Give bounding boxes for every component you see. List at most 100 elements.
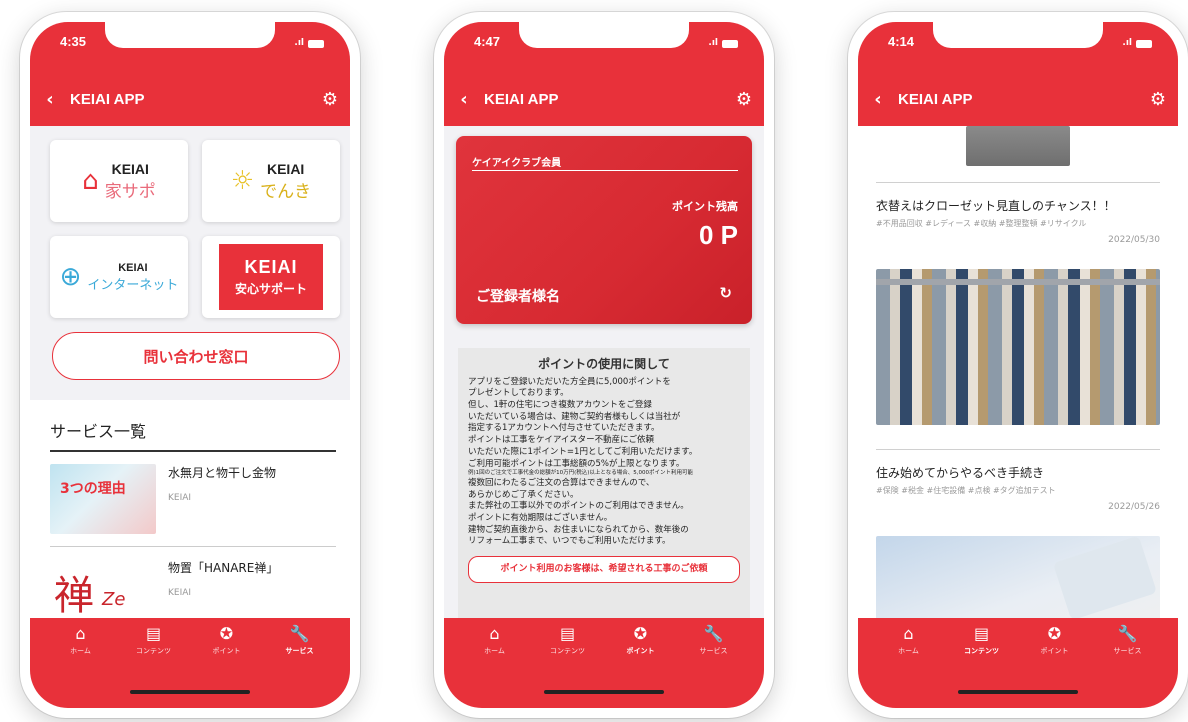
tab-contents[interactable]: ▤ コンテンツ <box>124 624 184 656</box>
content: ケイアイクラブ会員 ポイント残高 0 P ご登録者様名 ↻ ポイントの使用に関し… <box>444 126 764 618</box>
service-info: 物置「HANARE禅」 KEIAI <box>168 559 278 618</box>
tile-internet[interactable]: ⊕ KEIAI インターネット <box>50 236 188 318</box>
card-divider <box>472 170 738 171</box>
notice-line: 複数回にわたるご注文の合算はできませんので、 <box>468 477 655 488</box>
chevron-left-icon[interactable]: ‹ <box>444 89 484 110</box>
points-value: 0 P <box>698 220 738 250</box>
article-image <box>966 126 1070 166</box>
refresh-icon[interactable]: ↻ <box>719 284 732 302</box>
notch <box>933 22 1103 48</box>
member-label: ケイアイクラブ会員 <box>472 158 562 169</box>
home-icon: ⌂ <box>489 624 500 643</box>
tab-label: コンテンツ <box>550 647 585 655</box>
service-source: KEIAI <box>168 493 192 503</box>
article-title: 衣替えはクローゼット見直しのチャンス！！ <box>876 199 1116 213</box>
wrench-icon: 🔧 <box>289 624 310 643</box>
battery-icon <box>722 40 738 48</box>
tile-anshin-support[interactable]: KEIAI 安心サポート <box>202 236 340 318</box>
tab-services[interactable]: 🔧 サービス <box>684 624 744 656</box>
status-bar: 4:35 .ıl <box>30 22 350 72</box>
gear-icon[interactable]: ⚙ <box>1138 89 1178 110</box>
article-tags: #保険 #税金 #住宅設備 #点検 #タグ追加テスト <box>876 486 1056 495</box>
globe-icon: ⊕ <box>59 262 82 292</box>
content: 衣替えはクローゼット見直しのチャンス！！ #不用品回収 #レディース #収納 #… <box>858 126 1178 618</box>
tab-points[interactable]: ✪ ポイント <box>197 624 257 656</box>
list-item[interactable]: 禅 Ze 物置「HANARE禅」 KEIAI <box>50 547 336 618</box>
app-title: KEIAI APP <box>70 90 145 108</box>
notice-line: リフォーム工事まで、いつでもご利用いただけます。 <box>468 536 671 547</box>
tile-brand: KEIAI <box>266 160 305 177</box>
tile-ie-sapo[interactable]: ⌂ KEIAI 家サポ <box>50 140 188 222</box>
point-usage-request-button[interactable]: ポイント利用のお客様は、希望される工事のご依頼 <box>468 556 740 583</box>
tab-label: ホーム <box>70 647 91 655</box>
notice-line: ポイントに有効期限はございません。 <box>468 513 613 524</box>
notice-line: ポイントは工事をケイアイスター不動産にご依頼 <box>468 435 654 446</box>
notice-line: また弊社の工事以外でのポイントのご利用はできません。 <box>468 501 689 512</box>
screen: 4:14 .ıl ‹ KEIAI APP ⚙ 衣替えはクローゼット見直しのチャン… <box>858 22 1178 708</box>
status-time: 4:47 <box>474 34 501 49</box>
home-indicator <box>544 690 664 694</box>
tab-services[interactable]: 🔧 サービス <box>270 624 330 656</box>
tab-points[interactable]: ✪ ポイント <box>1025 624 1085 656</box>
screen: 4:35 .ıl ‹ KEIAI APP ⚙ ⌂ KEIAI 家サポ ☼ KEI… <box>30 22 350 708</box>
tab-home[interactable]: ⌂ ホーム <box>465 624 525 656</box>
list-item[interactable]: 衣替えはクローゼット見直しのチャンス！！ #不用品回収 #レディース #収納 #… <box>876 182 1160 425</box>
status-time: 4:14 <box>888 34 915 49</box>
app-title: KEIAI APP <box>898 90 973 108</box>
status-time: 4:35 <box>60 34 87 49</box>
gear-icon[interactable]: ⚙ <box>724 89 764 110</box>
tab-label: サービス <box>1113 647 1142 655</box>
app-title: KEIAI APP <box>484 90 559 108</box>
tab-points[interactable]: ✪ ポイント <box>611 624 671 656</box>
phone-contents-screen: 4:14 .ıl ‹ KEIAI APP ⚙ 衣替えはクローゼット見直しのチャン… <box>848 12 1188 718</box>
service-name: 水無月と物干し金物 <box>168 466 277 480</box>
tab-label: ポイント <box>1040 647 1069 655</box>
points-label: ポイント残高 <box>672 200 738 213</box>
star-icon: ✪ <box>219 624 234 643</box>
screen: 4:47 .ıl ‹ KEIAI APP ⚙ ケイアイクラブ会員 ポイント残高 … <box>444 22 764 708</box>
tile-brand: KEIAI <box>111 160 149 177</box>
signal-icon: .ıl <box>294 38 304 48</box>
card-holder-name: ご登録者様名 <box>476 289 560 305</box>
tab-label: サービス <box>699 647 728 655</box>
tab-label: ホーム <box>484 647 505 655</box>
system-icons: .ıl <box>1122 38 1152 48</box>
tab-contents[interactable]: ▤ コンテンツ <box>952 624 1012 656</box>
service-source: KEIAI <box>168 588 192 598</box>
signal-icon: .ıl <box>708 38 718 48</box>
tile-denki[interactable]: ☼ KEIAI でんき <box>202 140 340 222</box>
service-thumbnail: 禅 Ze <box>50 559 156 618</box>
service-info: 水無月と物干し金物 KEIAI <box>168 464 276 534</box>
status-bar: 4:14 .ıl <box>858 22 1178 72</box>
article-date: 2022/05/26 <box>1108 502 1160 512</box>
status-bar: 4:47 .ıl <box>444 22 764 72</box>
system-icons: .ıl <box>708 38 738 48</box>
content: ⌂ KEIAI 家サポ ☼ KEIAI でんき ⊕ KEIAI インターネット … <box>30 126 350 618</box>
tab-contents[interactable]: ▤ コンテンツ <box>538 624 598 656</box>
tab-label: ポイント <box>212 647 241 655</box>
notice-line: アプリをご登録いただいた方全員に5,000ポイントを <box>468 376 671 387</box>
anshin-support-logo: KEIAI 安心サポート <box>219 244 323 310</box>
notch <box>105 22 275 48</box>
tab-home[interactable]: ⌂ ホーム <box>879 624 939 656</box>
tab-bar: ⌂ ホーム ▤ コンテンツ ✪ ポイント 🔧 サービス <box>858 618 1178 708</box>
chevron-left-icon[interactable]: ‹ <box>30 89 70 110</box>
notice-line: ご利用可能ポイントは工事総額の5%が上限となります。 <box>468 458 685 469</box>
tab-services[interactable]: 🔧 サービス <box>1098 624 1158 656</box>
contact-button[interactable]: 問い合わせ窓口 <box>52 332 340 380</box>
star-icon: ✪ <box>633 624 648 643</box>
list-item[interactable]: 住み始めてからやるべき手続き #保険 #税金 #住宅設備 #点検 #タグ追加テス… <box>876 449 1160 618</box>
notice-line: いただいている場合は、建物ご契約者様もしくは当社が <box>468 411 681 422</box>
thumbnail-sub: Ze <box>102 589 126 610</box>
notice-title: ポイントの使用に関して <box>538 357 670 371</box>
thumbnail-text: 3つの理由 <box>60 481 126 497</box>
home-indicator <box>958 690 1078 694</box>
house-icon: ⌂ <box>82 166 99 196</box>
battery-icon <box>308 40 324 48</box>
chevron-left-icon[interactable]: ‹ <box>858 89 898 110</box>
tile-brand: KEIAI <box>244 257 298 277</box>
list-item[interactable]: 3つの理由 水無月と物干し金物 KEIAI <box>50 452 336 547</box>
gear-icon[interactable]: ⚙ <box>310 89 350 110</box>
notice-line: あらかじめご了承ください。 <box>468 489 579 500</box>
tab-home[interactable]: ⌂ ホーム <box>51 624 111 656</box>
